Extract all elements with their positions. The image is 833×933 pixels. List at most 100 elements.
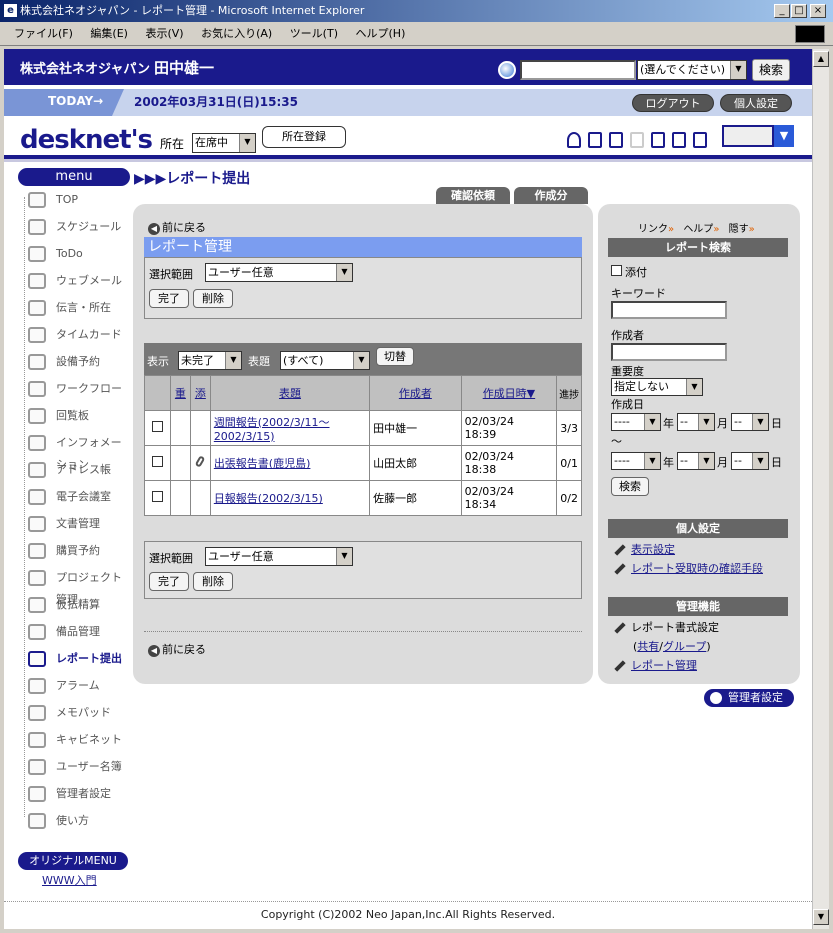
personal-settings-button[interactable]: 個人設定 [720, 94, 792, 112]
search-scope-select[interactable]: (選んでください) ▼ [637, 60, 747, 80]
sidebar-item[interactable]: プロジェクト管理 [20, 567, 132, 606]
menu-tools[interactable]: ツール(T) [290, 27, 338, 40]
table-header-row: 重 添 表題 作成者 作成日時▼ 進捗 [144, 375, 582, 411]
month-select[interactable]: -- ▼ [677, 452, 715, 470]
phone-icon[interactable] [609, 132, 623, 148]
report-title-link[interactable]: 週間報告(2002/3/11～2002/3/15) [214, 416, 330, 443]
group-link[interactable]: グループ [663, 640, 706, 653]
maximize-button[interactable]: □ [791, 4, 807, 18]
month-select[interactable]: -- ▼ [677, 413, 715, 431]
scroll-up-icon[interactable]: ▲ [813, 51, 829, 67]
attachment-filter[interactable]: 添付 [611, 264, 647, 280]
subject-select[interactable]: (すべて) ▼ [280, 351, 370, 370]
close-button[interactable]: × [810, 4, 826, 18]
sidebar-item[interactable]: ユーザー名簿 [20, 756, 132, 778]
back-link[interactable]: ◀ 前に戻る [148, 641, 206, 657]
tab-created[interactable]: 作成分 [514, 187, 588, 204]
menu-file[interactable]: ファイル(F) [14, 27, 73, 40]
sidebar-item[interactable]: 備品管理 [20, 621, 132, 643]
importance-select[interactable]: 指定しない ▼ [611, 378, 703, 396]
menu-help[interactable]: ヘルプ(H) [356, 27, 406, 40]
receipt-confirm-link[interactable]: レポート受取時の確認手段 [614, 560, 763, 576]
link-link[interactable]: リンク» [638, 224, 674, 235]
menu-view[interactable]: 表示(V) [145, 27, 183, 40]
display-settings-link[interactable]: 表示設定 [614, 541, 675, 557]
report-search-button[interactable]: 検索 [611, 477, 649, 496]
day-select[interactable]: -- ▼ [731, 413, 769, 431]
range-select[interactable]: ユーザー任意 ▼ [205, 263, 353, 282]
location-select[interactable]: 在席中 ▼ [192, 133, 256, 153]
sidebar-item[interactable]: アドレス帳 [20, 459, 132, 481]
row-checkbox[interactable] [151, 491, 163, 502]
author-input[interactable] [611, 343, 727, 361]
sidebar-item[interactable]: 電子会議室 [20, 486, 132, 508]
sidebar-item[interactable]: タイムカード [20, 324, 132, 346]
range-select[interactable]: ユーザー任意 ▼ [205, 547, 353, 566]
org-chart-icon[interactable] [588, 132, 602, 148]
year-select[interactable]: ---- ▼ [611, 452, 661, 470]
www-intro-link[interactable]: WWW入門 [42, 872, 97, 888]
report-management-link[interactable]: レポート管理 [614, 657, 697, 673]
sidebar-item[interactable]: メモパッド [20, 702, 132, 724]
shared-link[interactable]: 共有 [637, 640, 659, 653]
row-checkbox[interactable] [151, 456, 163, 467]
sidebar-item[interactable]: ウェブメール [20, 270, 132, 292]
done-button[interactable]: 完了 [149, 289, 189, 308]
link-label: リンク [638, 224, 668, 235]
importance-column-header[interactable]: 重 [169, 375, 191, 411]
tab-confirm-request[interactable]: 確認依頼 [436, 187, 510, 204]
sidebar-item[interactable]: スケジュール [20, 216, 132, 238]
row-checkbox[interactable] [151, 421, 163, 432]
sidebar-item[interactable]: キャビネット [20, 729, 132, 751]
menu-favorites[interactable]: お気に入り(A) [201, 27, 272, 40]
attachment-checkbox[interactable] [611, 265, 622, 276]
author-column-header[interactable]: 作成者 [369, 375, 462, 411]
search-button[interactable]: 検索 [752, 59, 790, 81]
sidebar-item[interactable]: 回覧板 [20, 405, 132, 427]
sidebar-item[interactable]: ワークフロー [20, 378, 132, 400]
scroll-down-icon[interactable]: ▼ [813, 909, 829, 925]
menu-edit[interactable]: 編集(E) [90, 27, 128, 40]
search-input[interactable] [520, 60, 636, 80]
year-select[interactable]: ---- ▼ [611, 413, 661, 431]
document-icon[interactable] [693, 132, 707, 148]
sidebar-item[interactable]: 仮払精算 [20, 594, 132, 616]
sidebar-item[interactable]: 伝言・所在 [20, 297, 132, 319]
hide-link[interactable]: 隠す» [729, 224, 755, 235]
calendar-icon[interactable] [672, 132, 686, 148]
delete-button[interactable]: 削除 [193, 572, 233, 591]
done-button[interactable]: 完了 [149, 572, 189, 591]
sidebar-item[interactable]: レポート提出 [20, 648, 132, 670]
sidebar-item[interactable]: インフォメーション [20, 432, 132, 471]
sidebar-item[interactable]: 文書管理 [20, 513, 132, 535]
expand-menu-icon[interactable]: ▼ [774, 125, 794, 147]
title-column-header[interactable]: 表題 [209, 375, 371, 411]
vertical-scrollbar[interactable]: ▲ ▼ [812, 49, 829, 929]
day-select[interactable]: -- ▼ [731, 452, 769, 470]
attachment-column-header[interactable]: 添 [189, 375, 211, 411]
report-title-link[interactable]: 出張報告書(鹿児島) [214, 457, 311, 470]
delete-button[interactable]: 削除 [193, 289, 233, 308]
keyword-input[interactable] [611, 301, 727, 319]
switch-button[interactable]: 切替 [376, 347, 414, 366]
menu-item-icon [28, 408, 46, 424]
sidebar-item[interactable]: 設備予約 [20, 351, 132, 373]
sidebar-item[interactable]: 購買予約 [20, 540, 132, 562]
help-link[interactable]: ヘルプ» [683, 224, 719, 235]
mail-icon[interactable] [630, 132, 644, 148]
location-register-button[interactable]: 所在登録 [262, 126, 346, 148]
logout-button[interactable]: ログアウト [632, 94, 714, 112]
report-title-link[interactable]: 日報報告(2002/3/15) [214, 492, 323, 505]
minimize-button[interactable]: _ [774, 4, 790, 18]
sidebar-item[interactable]: アラーム [20, 675, 132, 697]
monitor-icon[interactable] [722, 125, 774, 147]
display-select[interactable]: 未完了 ▼ [178, 351, 242, 370]
user-icon[interactable] [567, 132, 581, 148]
back-link[interactable]: ◀ 前に戻る [148, 219, 206, 235]
sidebar-item[interactable]: TOP [20, 189, 132, 211]
created-column-header[interactable]: 作成日時▼ [460, 375, 558, 411]
sidebar-item[interactable]: 使い方 [20, 810, 132, 832]
memo-icon[interactable] [651, 132, 665, 148]
sidebar-item[interactable]: 管理者設定 [20, 783, 132, 805]
sidebar-item[interactable]: ToDo [20, 243, 132, 265]
